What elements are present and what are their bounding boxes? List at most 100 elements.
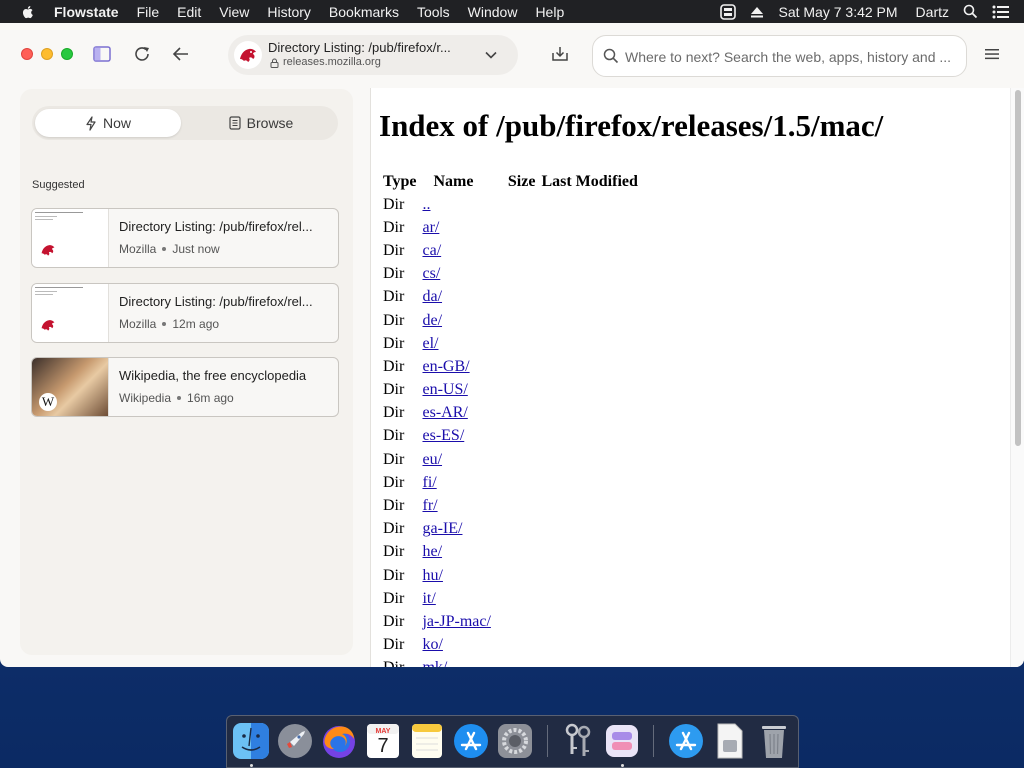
directory-link[interactable]: hu/ xyxy=(422,567,442,584)
directory-link[interactable]: ar/ xyxy=(422,219,439,236)
menu-history[interactable]: History xyxy=(267,4,311,20)
directory-link[interactable]: de/ xyxy=(422,312,442,329)
menu-edit[interactable]: Edit xyxy=(177,4,201,20)
downloads-stack-icon[interactable] xyxy=(710,721,750,761)
hamburger-menu-icon[interactable] xyxy=(984,47,1000,61)
table-row: Dir ar/ xyxy=(380,216,641,239)
directory-link[interactable]: it/ xyxy=(422,590,435,607)
app-store-downloads-icon[interactable] xyxy=(666,721,706,761)
menu-app-name[interactable]: Flowstate xyxy=(54,4,119,20)
reload-icon[interactable] xyxy=(133,45,151,63)
menu-window[interactable]: Window xyxy=(468,4,518,20)
row-name: ko/ xyxy=(419,634,493,657)
menu-file[interactable]: File xyxy=(137,4,160,20)
finder-icon[interactable] xyxy=(231,721,271,761)
row-name: fr/ xyxy=(419,494,493,517)
web-content: Index of /pub/firefox/releases/1.5/mac/ … xyxy=(370,88,1010,667)
menu-view[interactable]: View xyxy=(219,4,249,20)
screen-share-icon[interactable] xyxy=(720,3,737,20)
calendar-icon[interactable]: MAY 7 xyxy=(363,721,403,761)
menubar-user[interactable]: Dartz xyxy=(916,4,949,20)
row-type: Dir xyxy=(383,636,405,654)
tab-now[interactable]: Now xyxy=(35,109,181,137)
directory-link[interactable]: he/ xyxy=(422,543,442,560)
download-tray-icon[interactable] xyxy=(550,45,570,63)
row-type: Dir xyxy=(383,450,405,468)
row-size xyxy=(494,494,539,517)
lock-icon xyxy=(270,58,279,68)
keychain-icon[interactable] xyxy=(558,721,598,761)
directory-link[interactable]: fr/ xyxy=(422,497,437,514)
row-last-modified xyxy=(538,379,640,402)
flowstate-app-icon[interactable] xyxy=(602,721,642,761)
row-last-modified xyxy=(538,355,640,378)
notes-icon[interactable] xyxy=(407,721,447,761)
eject-icon[interactable] xyxy=(750,5,764,19)
row-size xyxy=(494,332,539,355)
apple-icon[interactable] xyxy=(20,4,36,20)
card-source: Wikipedia xyxy=(119,391,172,405)
firefox-icon[interactable] xyxy=(319,721,359,761)
directory-link[interactable]: fi/ xyxy=(422,474,436,491)
mozilla-dino-icon xyxy=(41,320,55,331)
menu-tools[interactable]: Tools xyxy=(417,4,450,20)
close-window-button[interactable] xyxy=(21,48,33,60)
control-center-icon[interactable] xyxy=(992,5,1010,19)
launchpad-icon[interactable] xyxy=(275,721,315,761)
table-header-row: Type Name Size Last Modified xyxy=(380,170,641,193)
directory-link[interactable]: mk/ xyxy=(422,659,447,667)
row-type: Dir xyxy=(383,566,405,584)
table-row: Dir it/ xyxy=(380,587,641,610)
calendar-day: 7 xyxy=(377,735,389,757)
zoom-window-button[interactable] xyxy=(61,48,73,60)
table-row: Dir en-US/ xyxy=(380,379,641,402)
row-name: ja-JP-mac/ xyxy=(419,610,493,633)
row-size xyxy=(494,564,539,587)
minimize-window-button[interactable] xyxy=(41,48,53,60)
directory-link[interactable]: en-GB/ xyxy=(422,358,469,375)
row-size xyxy=(494,193,539,216)
table-row: Dir de/ xyxy=(380,309,641,332)
row-size xyxy=(494,471,539,494)
search-input[interactable] xyxy=(625,45,959,69)
system-preferences-icon[interactable] xyxy=(495,721,535,761)
content-scrollbar[interactable] xyxy=(1010,88,1024,667)
directory-link[interactable]: ca/ xyxy=(422,242,441,259)
row-type: Dir xyxy=(383,265,405,283)
suggested-label: Suggested xyxy=(32,179,85,191)
directory-link[interactable]: el/ xyxy=(422,335,438,352)
directory-link[interactable]: en-US/ xyxy=(422,381,467,398)
directory-link[interactable]: es-ES/ xyxy=(422,427,464,444)
directory-link[interactable]: eu/ xyxy=(422,451,442,468)
scrollbar-thumb[interactable] xyxy=(1015,90,1021,446)
suggested-card[interactable]: W Wikipedia, the free encyclopedia Wikip… xyxy=(31,357,339,417)
directory-link[interactable]: ga-IE/ xyxy=(422,520,462,537)
menu-help[interactable]: Help xyxy=(535,4,564,20)
row-size xyxy=(494,541,539,564)
menu-bookmarks[interactable]: Bookmarks xyxy=(329,4,399,20)
wikipedia-logo-icon: W xyxy=(39,393,57,411)
url-bar[interactable]: Directory Listing: /pub/firefox/r... rel… xyxy=(228,35,518,75)
row-size xyxy=(494,379,539,402)
tab-browse[interactable]: Browse xyxy=(187,109,335,137)
directory-link[interactable]: da/ xyxy=(422,288,442,305)
menubar-clock[interactable]: Sat May 7 3:42 PM xyxy=(778,4,897,20)
directory-link[interactable]: ja-JP-mac/ xyxy=(422,613,490,630)
trash-icon[interactable] xyxy=(754,721,794,761)
app-store-icon[interactable] xyxy=(451,721,491,761)
sidebar-toggle-icon[interactable] xyxy=(93,46,111,62)
row-type: Dir xyxy=(383,241,405,259)
chevron-down-icon[interactable] xyxy=(484,48,498,62)
back-arrow-icon[interactable] xyxy=(172,46,190,62)
spotlight-search-icon[interactable] xyxy=(963,4,978,19)
directory-link[interactable]: cs/ xyxy=(422,265,440,282)
row-size xyxy=(494,518,539,541)
suggested-card[interactable]: Directory Listing: /pub/firefox/rel... M… xyxy=(31,283,339,343)
directory-link[interactable]: es-AR/ xyxy=(422,404,467,421)
card-source: Mozilla xyxy=(119,317,157,331)
directory-link[interactable]: ko/ xyxy=(422,636,442,653)
suggested-card[interactable]: Directory Listing: /pub/firefox/rel... M… xyxy=(31,208,339,268)
row-last-modified xyxy=(538,518,640,541)
directory-link[interactable]: .. xyxy=(422,196,430,213)
search-box[interactable] xyxy=(592,35,967,77)
